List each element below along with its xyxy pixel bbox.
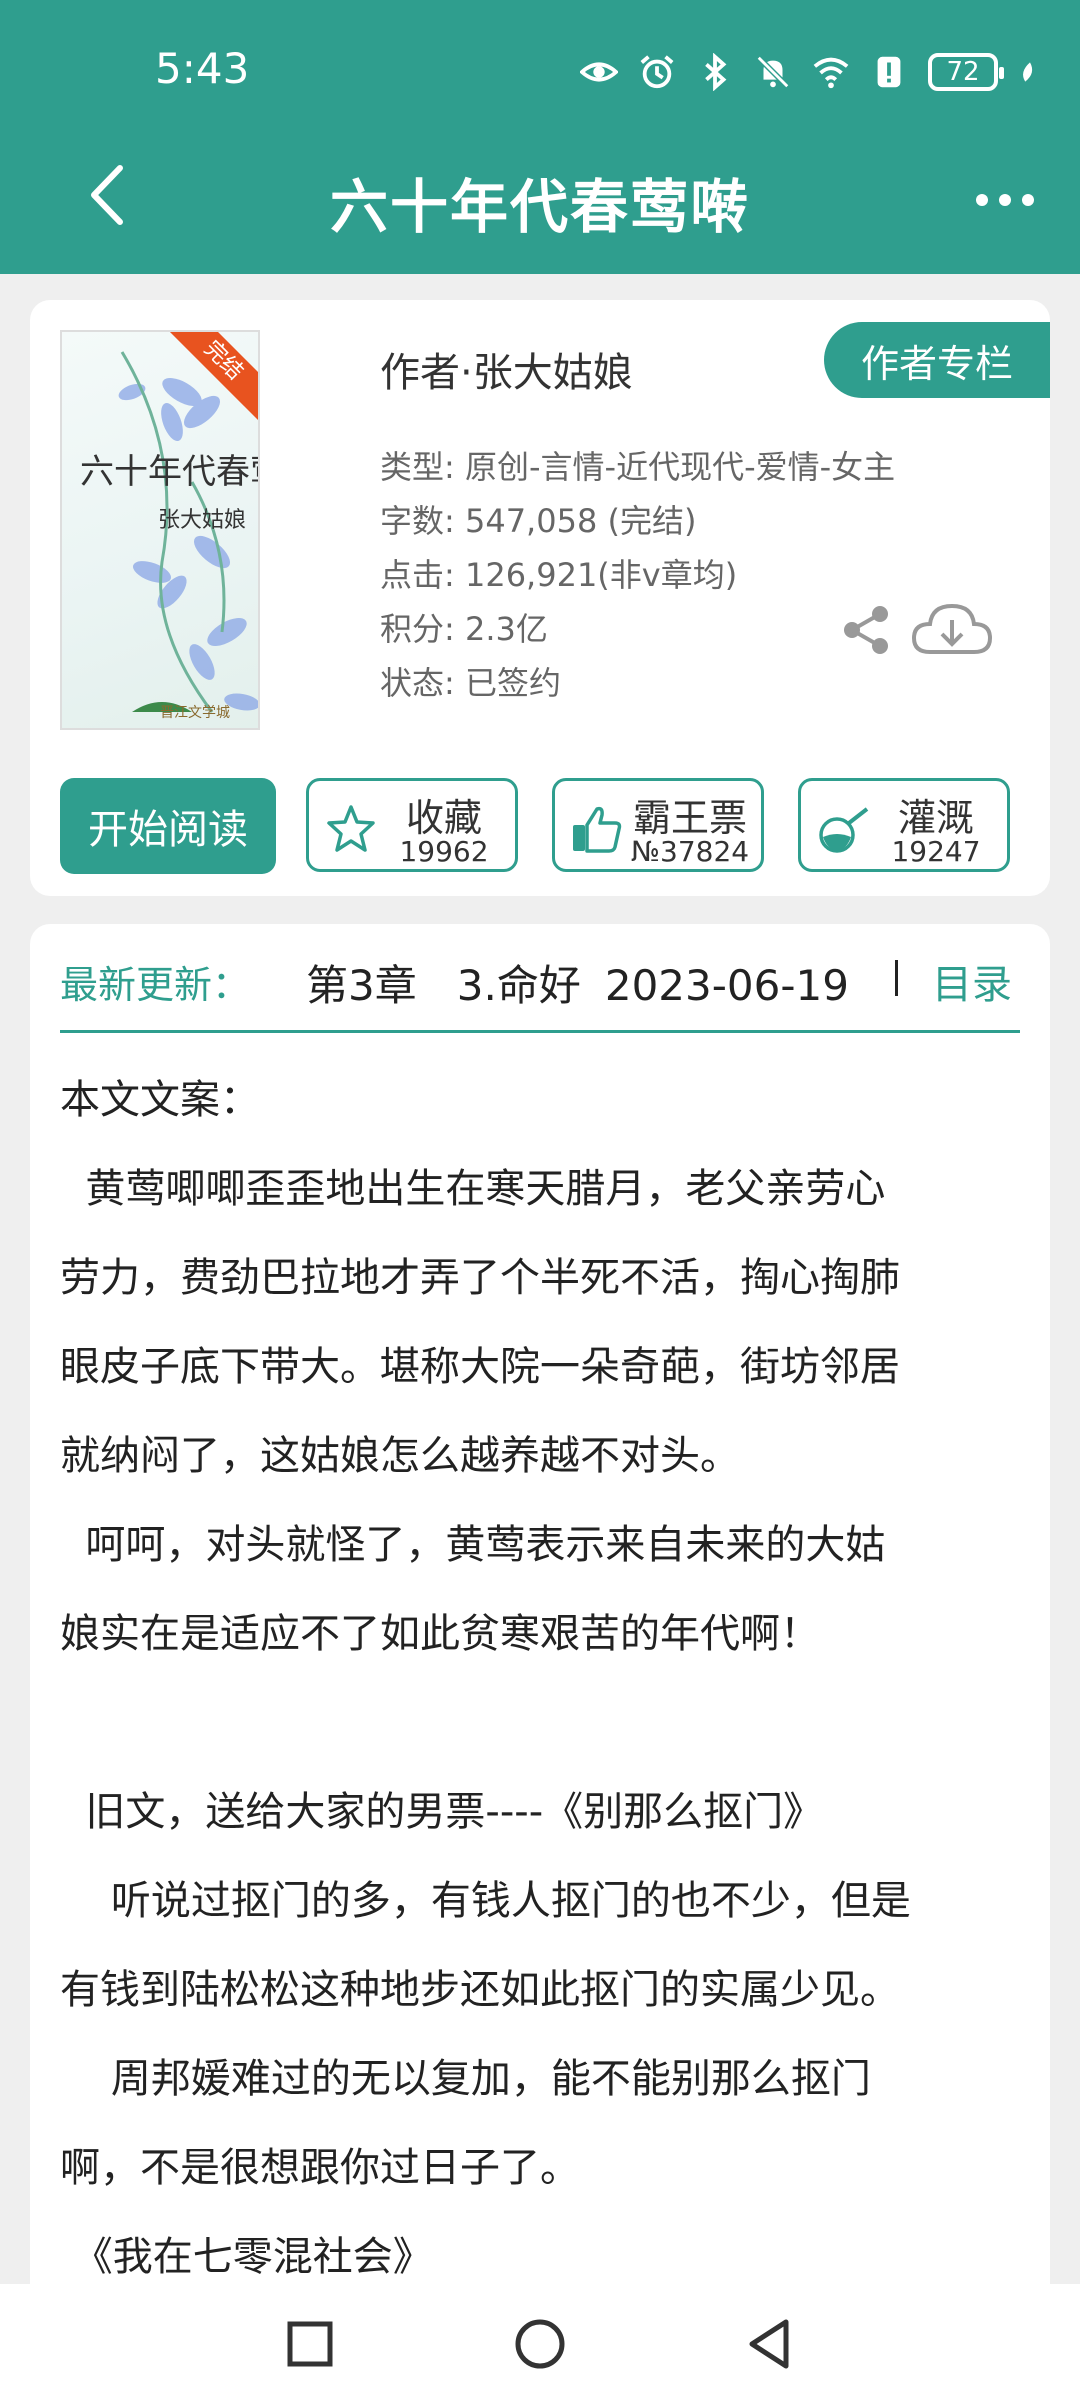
overlord-ticket-button[interactable]: 霸王票 №37824 <box>552 778 764 872</box>
alarm-icon <box>640 55 674 89</box>
latest-chapter[interactable]: 第3章 3.命好 2023-06-19 <box>306 952 876 1013</box>
author-line[interactable]: 作者·张大姑娘 <box>380 340 633 398</box>
irrigate-button[interactable]: 灌溉 19247 <box>798 778 1010 872</box>
meta-key: 点击: <box>380 556 455 594</box>
meta-key: 字数: <box>380 502 455 540</box>
start-reading-button[interactable]: 开始阅读 <box>60 778 276 874</box>
synopsis-text: 本文文案： 黄莺唧唧歪歪地出生在寒天腊月，老父亲劳心 劳力，费劲巴拉地才弄了个半… <box>60 1056 1020 2302</box>
app-header: 5:43 72 六十年代春莺啭 <box>0 0 1080 274</box>
star-icon <box>327 805 375 852</box>
favorite-label: 收藏 <box>405 796 482 840</box>
overlord-ticket-label: 霸王票 <box>632 796 747 840</box>
synopsis-line: 劳力，费劲巴拉地才弄了个半死不活，掏心掏肺 <box>60 1255 900 1301</box>
latest-update-bar[interactable]: 最新更新： 第3章 3.命好 2023-06-19 目录 <box>60 924 1020 1033</box>
latest-update-date: 2023-06-19 <box>604 961 849 1010</box>
battery-icon: 72 <box>928 53 1004 91</box>
meta-key: 积分: <box>380 610 455 648</box>
synopsis-line: 有钱到陆松松这种地步还如此抠门的实属少见。 <box>60 1967 900 2013</box>
cover-author: 张大姑娘 <box>157 508 246 533</box>
latest-update-label: 最新更新： <box>60 963 251 1007</box>
action-row: 开始阅读 收藏 19962 霸王票 №37824 灌溉 19247 <box>60 778 1020 878</box>
meta-type: 类型: 原创-言情-近代现代-爱情-女主 <box>380 442 895 488</box>
meta-value: 已签约 <box>464 664 561 702</box>
synopsis-card: 最新更新： 第3章 3.命好 2023-06-19 目录 本文文案： 黄莺唧唧歪歪… <box>30 924 1050 2324</box>
meta-value: 547,058 (完结) <box>464 502 697 540</box>
share-icon[interactable] <box>838 602 894 658</box>
book-info-card: 完结 六十年代春莺啭 张大姑娘 晋江文学城 作者·张大姑娘 作者专栏 类型: 原… <box>30 300 1050 896</box>
synopsis-line: 娘实在是适应不了如此贫寒艰苦的年代啊！ <box>60 1611 820 1657</box>
home-circle-icon[interactable] <box>510 2314 570 2374</box>
eye-icon <box>580 62 618 82</box>
watering-icon <box>819 807 869 853</box>
recents-square-icon[interactable] <box>280 2314 340 2374</box>
wifi-icon <box>813 57 849 89</box>
divider <box>895 960 898 996</box>
irrigate-label: 灌溉 <box>897 796 974 840</box>
synopsis-line: 本文文案： <box>60 1077 260 1123</box>
meta-key: 状态: <box>380 664 455 702</box>
leaf-icon <box>1023 62 1033 82</box>
meta-value: 2.3亿 <box>464 610 548 648</box>
synopsis-line: 呵呵，对头就怪了，黄莺表示来自未来的大姑 <box>60 1522 886 1568</box>
favorite-count: 19962 <box>399 835 489 868</box>
status-icons: 72 <box>580 44 1042 100</box>
meta-word-count: 字数: 547,058 (完结) <box>380 496 696 542</box>
mute-icon <box>756 55 790 89</box>
bluetooth-icon <box>705 53 727 91</box>
synopsis-line: 眼皮子底下带大。堪称大院一朵奇葩，街坊邻居 <box>60 1344 900 1390</box>
latest-chapter-title: 第3章 3.命好 <box>306 961 581 1010</box>
author-column-button[interactable]: 作者专栏 <box>824 322 1050 398</box>
synopsis-line: 听说过抠门的多，有钱人抠门的也不少，但是 <box>60 1878 911 1924</box>
back-triangle-icon[interactable] <box>740 2314 800 2374</box>
meta-key: 类型: <box>380 448 455 486</box>
meta-clicks: 点击: 126,921(非v章均) <box>380 550 737 596</box>
more-dots-icon[interactable] <box>970 180 1040 220</box>
page-title: 六十年代春莺啭 <box>329 173 750 241</box>
synopsis-line: 黄莺唧唧歪歪地出生在寒天腊月，老父亲劳心 <box>60 1166 886 1212</box>
battery-level: 72 <box>946 57 980 87</box>
synopsis-line: 旧文，送给大家的男票----《别那么抠门》 <box>60 1789 824 1835</box>
meta-status: 状态: 已签约 <box>380 658 561 704</box>
meta-score: 积分: 2.3亿 <box>380 604 548 650</box>
book-cover[interactable]: 完结 六十年代春莺啭 张大姑娘 晋江文学城 <box>60 330 260 730</box>
overlord-ticket-count: №37824 <box>630 835 750 868</box>
synopsis-line: 啊，不是很想跟你过日子了。 <box>60 2145 580 2191</box>
favorite-button[interactable]: 收藏 19962 <box>306 778 518 872</box>
table-of-contents-link[interactable]: 目录 <box>932 952 1012 1010</box>
meta-value: 126,921(非v章均) <box>464 556 738 594</box>
meta-value: 原创-言情-近代现代-爱情-女主 <box>464 448 896 486</box>
alert-icon <box>877 56 901 88</box>
system-nav-bar <box>0 2284 1080 2400</box>
irrigate-count: 19247 <box>891 835 981 868</box>
cover-publisher-logo: 晋江文学城 <box>160 705 230 721</box>
synopsis-line: 周邦媛难过的无以复加，能不能别那么抠门 <box>60 2056 871 2102</box>
cloud-download-icon[interactable] <box>910 598 994 662</box>
thumbs-up-icon <box>573 806 622 853</box>
status-time: 5:43 <box>155 44 250 93</box>
synopsis-line <box>60 1679 1020 1768</box>
cover-title: 六十年代春莺啭 <box>80 452 258 492</box>
synopsis-line: 就纳闷了，这姑娘怎么越养越不对头。 <box>60 1433 740 1479</box>
